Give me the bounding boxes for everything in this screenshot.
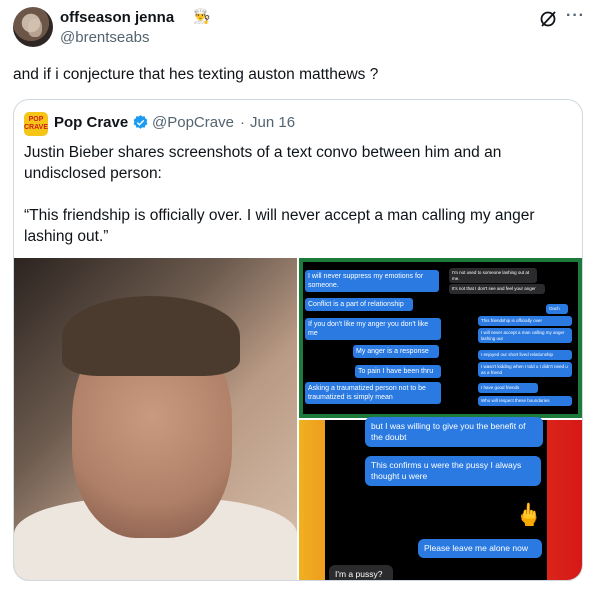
author-handle[interactable]: @brentseabs [60,29,149,46]
quoted-tweet[interactable]: POP CRAVE Pop Crave @PopCrave · Jun 16 J… [13,99,583,581]
portrait-photo[interactable] [14,258,297,580]
middle-finger-emoji: 🖕 [515,502,543,527]
screenshot-2-frame: but I was willing to give you the benefi… [325,417,547,580]
media-grid: I will never suppress my emotions for so… [14,258,582,580]
message-bubble: Who will respect these boundaries [478,396,572,406]
text-screenshot-2[interactable]: but I was willing to give you the benefi… [299,417,582,580]
quote-body: Justin Bieber shares screenshots of a te… [24,142,564,268]
quote-author-name[interactable]: Pop Crave [54,114,128,131]
grok-icon[interactable] [538,9,558,29]
author-name[interactable]: offseason jenna [60,9,174,26]
tweet-text: and if i conjecture that hes texting aus… [13,66,379,83]
message-bubble: I wasn't kidding when I told u I didn't … [478,362,572,377]
quote-paragraph: Justin Bieber shares screenshots of a te… [24,144,502,182]
verified-badge-icon [133,115,148,129]
message-bubble: Please leave me alone now [418,539,542,558]
more-options-icon[interactable]: ··· [566,7,585,25]
dot-separator: · [240,114,245,131]
screenshot-1-frame: I will never suppress my emotions for so… [303,262,578,414]
message-bubble: If you don't like my anger you don't lik… [305,318,441,340]
message-bubble: Asking a traumatized person not to be tr… [305,382,441,404]
message-bubble: To pain I have been thru [355,365,441,378]
chef-emoji-icon: 👨‍🍳 [193,8,211,24]
message-bubble: but I was willing to give you the benefi… [365,417,543,447]
screenshot-1-right: I'm not used to someone lashing out at m… [446,262,578,414]
quote-avatar[interactable]: POP CRAVE [24,112,48,136]
message-bubble: I have good friends [478,383,538,393]
message-bubble: This confirms u were the pussy I always … [365,456,541,486]
message-bubble: I will never suppress my emotions for so… [305,270,439,292]
screenshot-1-left: I will never suppress my emotions for so… [303,262,444,414]
quote-date[interactable]: Jun 16 [250,114,295,131]
message-bubble: I enjoyed our short lived relationship [478,350,572,360]
photo-hair [62,296,240,376]
message-bubble: I'm a pussy? [329,565,393,580]
quote-paragraph: “This friendship is officially over. I w… [24,207,535,245]
quote-author-handle[interactable]: @PopCrave [152,114,234,131]
message-bubble: I will never accept a man calling my ang… [478,328,572,343]
message-bubble: Conflict is a part of relationship [305,298,413,311]
message-bubble: My anger is a response [353,345,439,358]
message-bubble: It's not that I don't see and feel your … [449,284,545,294]
text-screenshot-1[interactable]: I will never suppress my emotions for so… [299,258,582,418]
tweet-header: offseason jenna 👨‍🍳 @brentseabs ··· [13,7,587,49]
message-bubble: I'm not used to someone lashing out at m… [449,268,537,283]
avatar[interactable] [13,7,53,47]
message-bubble: This friendship is officially over [478,316,572,326]
message-bubble: Ouch [546,304,568,314]
